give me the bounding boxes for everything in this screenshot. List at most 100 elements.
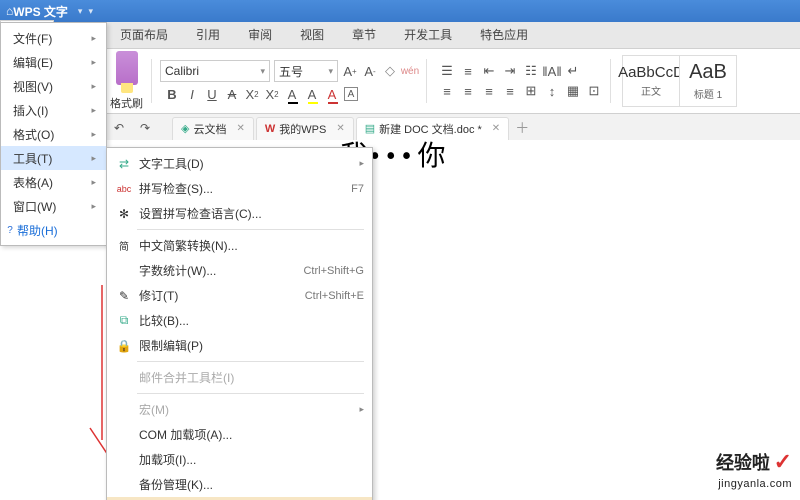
title-dropdown-icon2[interactable]: ▾: [88, 6, 93, 17]
font-name-select[interactable]: Calibri▾: [160, 60, 270, 82]
menu-format[interactable]: 格式(O)▸: [1, 122, 106, 146]
bullet-list-icon[interactable]: ☰: [439, 63, 455, 79]
app-logo-icon: ⌂: [6, 4, 13, 18]
menu-window[interactable]: 窗口(W)▸: [1, 194, 106, 218]
menu-chinese-convert[interactable]: 简中文简繁转换(N)...: [107, 233, 372, 258]
simplified-icon: 简: [115, 238, 133, 254]
app-title: WPS 文字: [13, 3, 68, 20]
format-painter-icon[interactable]: [116, 51, 138, 85]
separator: [610, 59, 611, 103]
tab-developer[interactable]: 开发工具: [390, 21, 466, 48]
borders-icon[interactable]: ⊡: [586, 83, 602, 99]
menu-tools[interactable]: 工具(T)▸: [1, 146, 106, 170]
spellcheck-icon: abc: [115, 181, 133, 197]
wordcount-icon: [115, 263, 133, 279]
close-tab-icon[interactable]: ✕: [492, 123, 500, 134]
tab-page-layout[interactable]: 页面布局: [106, 21, 182, 48]
separator: [426, 59, 427, 103]
menu-file[interactable]: 文件(F)▸: [1, 26, 106, 50]
menu-compare[interactable]: ⧉比较(B)...: [107, 308, 372, 333]
line-spacing-icon[interactable]: ‖A‖: [544, 63, 560, 79]
check-icon: ✓: [774, 449, 792, 474]
underline-button[interactable]: U: [204, 86, 220, 102]
tab-special[interactable]: 特色应用: [466, 21, 542, 48]
align-left-icon[interactable]: ≡: [439, 83, 455, 99]
menu-separator: [137, 393, 364, 394]
grow-font-icon[interactable]: A+: [342, 63, 358, 79]
watermark: 经验啦 ✓ jingyanla.com: [716, 449, 792, 490]
menu-separator: [137, 229, 364, 230]
tab-review[interactable]: 审阅: [234, 21, 286, 48]
font-size-select[interactable]: 五号▾: [274, 60, 338, 82]
file-menu: 文件(F)▸ 编辑(E)▸ 视图(V)▸ 插入(I)▸ 格式(O)▸ 工具(T)…: [0, 22, 107, 246]
menu-spell-language[interactable]: ✻设置拼写检查语言(C)...: [107, 201, 372, 226]
language-icon: ✻: [115, 206, 133, 222]
style-gallery: AaBbCcD 正文 AaB 标题 1: [623, 55, 737, 107]
number-list-icon[interactable]: ≡: [460, 63, 476, 79]
menu-edit[interactable]: 编辑(E)▸: [1, 50, 106, 74]
revision-icon: ✎: [115, 288, 133, 304]
menu-table[interactable]: 表格(A)▸: [1, 170, 106, 194]
doc-tab-cloud[interactable]: ◈ 云文档 ✕: [172, 117, 254, 140]
title-dropdown-icon[interactable]: ▾: [78, 6, 83, 17]
chevron-down-icon: ▾: [260, 66, 265, 77]
menu-restrict-edit[interactable]: 🔒限制编辑(P): [107, 333, 372, 358]
close-tab-icon[interactable]: ✕: [336, 123, 344, 134]
compare-icon: ⧉: [115, 313, 133, 329]
redo-button[interactable]: ↷: [136, 119, 154, 137]
menu-text-tools[interactable]: ⇄文字工具(D)▸: [107, 151, 372, 176]
main-tabs: 开始 插入 页面布局 引用 审阅 视图 章节 开发工具 特色应用: [0, 22, 800, 49]
menu-revision[interactable]: ✎修订(T)Ctrl+Shift+E: [107, 283, 372, 308]
bold-button[interactable]: B: [164, 86, 180, 102]
menu-macro: 宏(M)▸: [107, 397, 372, 422]
text-tools-icon: ⇄: [115, 156, 133, 172]
shrink-font-icon[interactable]: A-: [362, 63, 378, 79]
cloud-icon: ◈: [181, 122, 189, 135]
style-heading1[interactable]: AaB 标题 1: [679, 55, 737, 107]
align-justify-icon[interactable]: ≡: [502, 83, 518, 99]
chevron-down-icon: ▾: [328, 66, 333, 77]
superscript-button[interactable]: X2: [244, 86, 260, 102]
char-border-button[interactable]: A: [344, 87, 358, 101]
phonetic-icon[interactable]: wén: [402, 63, 418, 79]
menu-word-count[interactable]: 字数统计(W)...Ctrl+Shift+G: [107, 258, 372, 283]
align-center-icon[interactable]: ≡: [460, 83, 476, 99]
line-height-icon[interactable]: ↕: [544, 83, 560, 99]
wps-icon: W: [265, 123, 275, 135]
distribute-icon[interactable]: ⊞: [523, 83, 539, 99]
menu-backup[interactable]: 备份管理(K)...: [107, 472, 372, 497]
indent-right-icon[interactable]: ⇥: [502, 63, 518, 79]
tab-references[interactable]: 引用: [182, 21, 234, 48]
menu-help[interactable]: ?帮助(H): [1, 218, 106, 242]
strikethrough-button[interactable]: A: [224, 86, 240, 102]
menu-addins[interactable]: 加载项(I)...: [107, 447, 372, 472]
ribbon: 格式刷 Calibri▾ 五号▾ A+ A- ◇ wén B I U A X2 …: [0, 49, 800, 114]
menu-view[interactable]: 视图(V)▸: [1, 74, 106, 98]
tab-chapter[interactable]: 章节: [338, 21, 390, 48]
shading-icon[interactable]: ▦: [565, 83, 581, 99]
hanging-indent-icon[interactable]: ↵: [565, 63, 581, 79]
sort-icon[interactable]: ☷: [523, 63, 539, 79]
menu-com-addins[interactable]: COM 加载项(A)...: [107, 422, 372, 447]
menu-mailmerge: 邮件合并工具栏(I): [107, 365, 372, 390]
help-icon: ?: [5, 225, 15, 235]
highlight-button[interactable]: A: [304, 86, 320, 102]
align-right-icon[interactable]: ≡: [481, 83, 497, 99]
italic-button[interactable]: I: [184, 86, 200, 102]
subscript-button[interactable]: X2: [264, 86, 280, 102]
indent-left-icon[interactable]: ⇤: [481, 63, 497, 79]
close-tab-icon[interactable]: ✕: [236, 123, 244, 134]
format-painter-label: 格式刷: [110, 95, 143, 111]
tab-view[interactable]: 视图: [286, 21, 338, 48]
separator: [151, 59, 152, 103]
tools-submenu: ⇄文字工具(D)▸ abc拼写检查(S)...F7 ✻设置拼写检查语言(C)..…: [106, 147, 373, 500]
clear-format-icon[interactable]: ◇: [382, 63, 398, 79]
text-color-button[interactable]: A: [324, 86, 340, 102]
menu-separator: [137, 361, 364, 362]
new-tab-button[interactable]: ＋: [515, 118, 529, 138]
menu-insert[interactable]: 插入(I)▸: [1, 98, 106, 122]
font-color-button[interactable]: A: [284, 86, 300, 102]
menu-spellcheck[interactable]: abc拼写检查(S)...F7: [107, 176, 372, 201]
style-normal[interactable]: AaBbCcD 正文: [622, 55, 680, 107]
undo-button[interactable]: ↶: [110, 119, 128, 137]
